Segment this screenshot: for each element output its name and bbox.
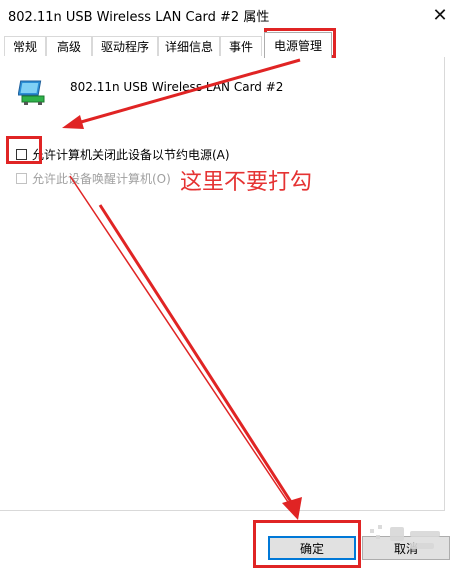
- allow-wake-option: 允许此设备唤醒计算机(O): [16, 170, 171, 187]
- tab-events[interactable]: 事件: [220, 36, 262, 56]
- tab-power-management[interactable]: 电源管理: [264, 32, 332, 58]
- tab-strip: 常规 高级 驱动程序 详细信息 事件 电源管理: [0, 30, 458, 58]
- tab-panel: [0, 57, 445, 511]
- allow-wake-label: 允许此设备唤醒计算机(O): [32, 172, 171, 186]
- allow-turn-off-label: 允许计算机关闭此设备以节约电源(A): [32, 148, 230, 162]
- tab-driver[interactable]: 驱动程序: [92, 36, 158, 56]
- title-bar: 802.11n USB Wireless LAN Card #2 属性 ✕: [0, 0, 458, 30]
- tab-general[interactable]: 常规: [4, 36, 46, 56]
- window-title: 802.11n USB Wireless LAN Card #2 属性: [8, 10, 270, 25]
- device-name: 802.11n USB Wireless LAN Card #2: [70, 80, 284, 94]
- tab-details[interactable]: 详细信息: [158, 36, 220, 56]
- close-icon[interactable]: ✕: [422, 0, 458, 30]
- allow-wake-checkbox: [16, 173, 27, 184]
- tab-advanced[interactable]: 高级: [46, 36, 92, 56]
- allow-turn-off-checkbox[interactable]: [16, 149, 27, 160]
- network-adapter-icon: [17, 79, 48, 107]
- cancel-button[interactable]: 取消: [362, 536, 450, 560]
- ok-button[interactable]: 确定: [268, 536, 356, 560]
- allow-turn-off-option[interactable]: 允许计算机关闭此设备以节约电源(A): [16, 146, 230, 163]
- annotation-text: 这里不要打勾: [180, 170, 313, 195]
